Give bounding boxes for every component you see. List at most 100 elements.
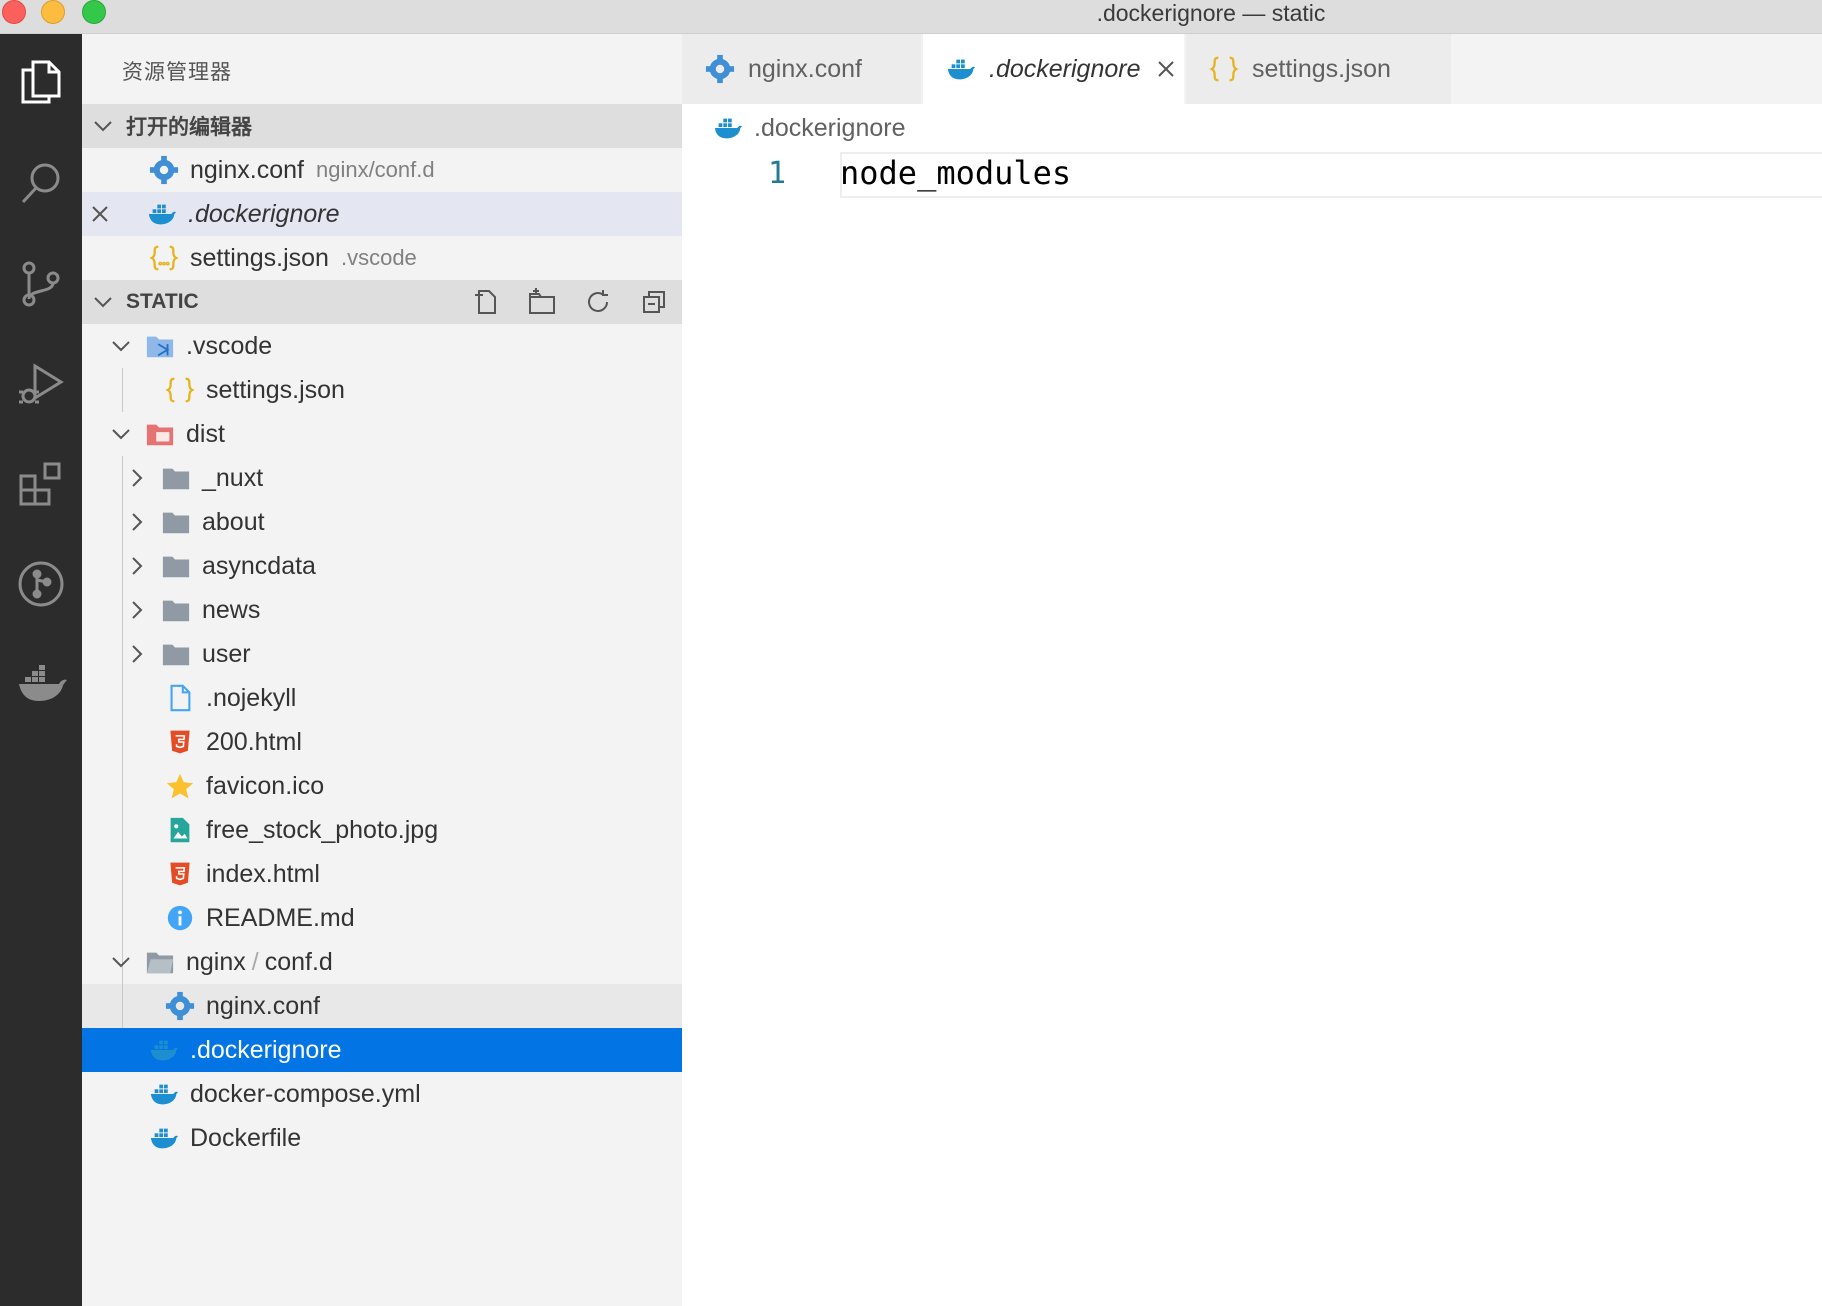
tab-settings-json[interactable]: settings.json bbox=[1186, 34, 1452, 104]
chevron-right-icon bbox=[124, 553, 150, 579]
tab-label: .dockerignore bbox=[989, 54, 1141, 83]
tree-label: news bbox=[202, 595, 261, 624]
tree-file-favicon[interactable]: favicon.ico bbox=[82, 764, 682, 808]
tree-label: index.html bbox=[206, 859, 320, 888]
docker-icon bbox=[945, 53, 977, 85]
tree-folder-dist[interactable]: dist bbox=[82, 412, 682, 456]
chevron-right-icon bbox=[124, 465, 150, 491]
tree-file-nginx-conf[interactable]: nginx.conf bbox=[82, 984, 682, 1028]
gitlens-icon[interactable] bbox=[0, 544, 82, 624]
tree-folder-nginx-conf-d[interactable]: nginx / conf.d bbox=[82, 940, 682, 984]
code-text[interactable]: node_modules bbox=[840, 154, 1071, 192]
search-icon[interactable] bbox=[0, 144, 82, 224]
window-title: .dockerignore — static bbox=[1096, 0, 1326, 26]
open-editor-item-dockerignore[interactable]: .dockerignore bbox=[82, 192, 682, 236]
tree-label: .nojekyll bbox=[206, 683, 297, 712]
tree-label: .vscode bbox=[186, 331, 273, 360]
tree-label: user bbox=[202, 639, 251, 668]
chevron-right-icon bbox=[124, 509, 150, 535]
docker-icon bbox=[146, 198, 178, 230]
open-editors-label: 打开的编辑器 bbox=[126, 116, 252, 139]
open-editor-item-nginx-conf[interactable]: nginx.conf nginx/conf.d bbox=[82, 148, 682, 192]
workspace-label: STATIC bbox=[126, 290, 199, 313]
tree-label: _nuxt bbox=[202, 463, 264, 492]
open-editor-item-settings-json[interactable]: settings.json .vscode bbox=[82, 236, 682, 280]
folder-icon bbox=[160, 638, 192, 670]
tree-folder-nuxt[interactable]: _nuxt bbox=[82, 456, 682, 500]
tree-label: nginx.conf bbox=[206, 991, 320, 1020]
docker-icon bbox=[712, 112, 744, 144]
open-editor-label: settings.json bbox=[190, 243, 329, 272]
title-bar: .dockerignore — static bbox=[0, 0, 1822, 34]
folder-icon bbox=[160, 462, 192, 494]
collapse-all-icon[interactable] bbox=[636, 284, 672, 320]
tree-folder-about[interactable]: about bbox=[82, 500, 682, 544]
tree-file-200-html[interactable]: 200.html bbox=[82, 720, 682, 764]
gear-icon bbox=[704, 53, 736, 85]
open-editor-path: .vscode bbox=[340, 245, 417, 270]
activity-bar bbox=[0, 34, 82, 1306]
folder-icon bbox=[160, 594, 192, 626]
tree-file-free-stock-photo[interactable]: free_stock_photo.jpg bbox=[82, 808, 682, 852]
tree-folder-vscode[interactable]: .vscode bbox=[82, 324, 682, 368]
line-number: 1 bbox=[768, 156, 787, 191]
workspace-header[interactable]: STATIC bbox=[82, 280, 682, 324]
extensions-icon[interactable] bbox=[0, 444, 82, 524]
explorer-icon[interactable] bbox=[0, 42, 82, 122]
tree-file-dockerfile[interactable]: Dockerfile bbox=[82, 1116, 682, 1160]
new-file-icon[interactable] bbox=[468, 284, 504, 320]
code-line[interactable]: 1 node_modules bbox=[682, 152, 1822, 200]
sidebar-title: 资源管理器 bbox=[122, 61, 232, 84]
open-editor-label: nginx.conf bbox=[190, 155, 304, 184]
tree-file-index-html[interactable]: index.html bbox=[82, 852, 682, 896]
run-debug-icon[interactable] bbox=[0, 344, 82, 424]
vscode-folder-icon bbox=[144, 330, 176, 362]
folder-icon bbox=[160, 550, 192, 582]
tab-label: nginx.conf bbox=[748, 54, 862, 83]
chevron-right-icon bbox=[124, 597, 150, 623]
source-control-icon[interactable] bbox=[0, 244, 82, 324]
tree-file-settings-json[interactable]: settings.json bbox=[82, 368, 682, 412]
json-icon bbox=[148, 242, 180, 274]
tree-label-compact: conf.d bbox=[264, 947, 333, 976]
new-folder-icon[interactable] bbox=[524, 284, 560, 320]
open-editor-label: .dockerignore bbox=[188, 199, 340, 228]
breadcrumb[interactable]: .dockerignore bbox=[682, 104, 1822, 152]
tab-label: settings.json bbox=[1252, 54, 1391, 83]
tree-folder-asyncdata[interactable]: asyncdata bbox=[82, 544, 682, 588]
chevron-down-icon bbox=[108, 333, 134, 359]
tree-folder-user[interactable]: user bbox=[82, 632, 682, 676]
docker-icon bbox=[148, 1078, 180, 1110]
docker-icon[interactable] bbox=[0, 644, 82, 724]
file-icon bbox=[164, 682, 196, 714]
close-icon[interactable] bbox=[82, 204, 118, 224]
breadcrumb-label: .dockerignore bbox=[754, 113, 906, 142]
path-separator: / bbox=[251, 947, 259, 976]
tree-file-dockerignore[interactable]: .dockerignore bbox=[82, 1028, 682, 1072]
gear-icon bbox=[164, 990, 196, 1022]
editor-area: nginx.conf .dockerignore settings.json .… bbox=[682, 34, 1822, 1306]
chevron-down-icon bbox=[108, 949, 134, 975]
tree-label: dist bbox=[186, 419, 225, 448]
open-editor-path: nginx/conf.d bbox=[315, 157, 435, 182]
tab-nginx-conf[interactable]: nginx.conf bbox=[682, 34, 922, 104]
chevron-down-icon bbox=[94, 297, 112, 308]
tree-label: asyncdata bbox=[202, 551, 316, 580]
gear-icon bbox=[148, 154, 180, 186]
tree-label: settings.json bbox=[206, 375, 345, 404]
folder-open-icon bbox=[144, 946, 176, 978]
tab-dockerignore[interactable]: .dockerignore bbox=[923, 34, 1185, 104]
folder-icon bbox=[160, 506, 192, 538]
docker-icon bbox=[148, 1122, 180, 1154]
close-icon[interactable] bbox=[1154, 57, 1178, 81]
indent-guide bbox=[122, 984, 123, 1028]
tree-file-docker-compose[interactable]: docker-compose.yml bbox=[82, 1072, 682, 1116]
refresh-icon[interactable] bbox=[580, 284, 616, 320]
tree-label: docker-compose.yml bbox=[190, 1079, 421, 1108]
tree-label: README.md bbox=[206, 903, 355, 932]
open-editors-header[interactable]: 打开的编辑器 bbox=[82, 104, 682, 148]
tree-file-readme[interactable]: README.md bbox=[82, 896, 682, 940]
tree-file-nojekyll[interactable]: .nojekyll bbox=[82, 676, 682, 720]
chevron-down-icon bbox=[108, 421, 134, 447]
tree-folder-news[interactable]: news bbox=[82, 588, 682, 632]
